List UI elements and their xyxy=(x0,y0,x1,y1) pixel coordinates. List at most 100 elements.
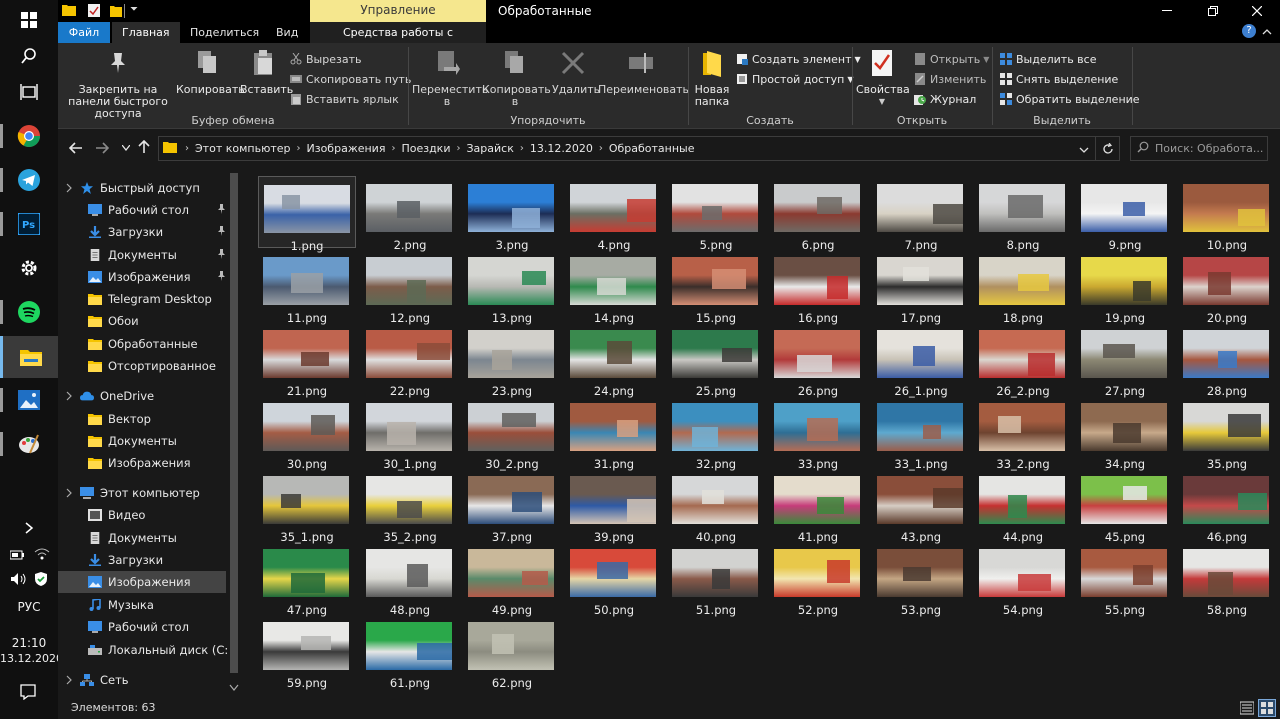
file-item[interactable]: 59.png xyxy=(258,614,356,690)
file-list-area[interactable]: 1.png 2.png 3.png 4.png 5.png 6.png 7.png 8.png… xyxy=(244,169,1280,697)
file-item[interactable]: 35_1.png xyxy=(258,468,356,544)
file-item[interactable]: 50.png xyxy=(565,541,663,617)
tab-file[interactable]: Файл xyxy=(58,22,110,43)
expand-chevron-icon[interactable] xyxy=(66,390,73,404)
history-button[interactable]: Журнал xyxy=(914,91,976,107)
file-item[interactable]: 2.png xyxy=(361,176,459,252)
file-item[interactable]: 43.png xyxy=(872,468,970,544)
battery-icon[interactable] xyxy=(9,548,26,563)
file-item[interactable]: 55.png xyxy=(1076,541,1174,617)
nav-item[interactable]: Обои xyxy=(58,310,226,332)
nav-item[interactable]: Сеть xyxy=(58,669,226,691)
move-to-button[interactable]: Переместить в xyxy=(412,49,488,108)
file-item[interactable]: 25.png xyxy=(667,322,765,398)
tab-picture-tools[interactable]: Средства работы с рисунками xyxy=(310,22,486,60)
expand-chevron-icon[interactable] xyxy=(66,674,73,688)
nav-item[interactable]: Документы xyxy=(58,527,226,549)
cut-button[interactable]: Вырезать xyxy=(290,51,361,67)
nav-item[interactable]: Загрузки xyxy=(58,221,226,243)
windows-start-icon[interactable] xyxy=(0,0,58,40)
close-icon[interactable] xyxy=(1234,0,1280,22)
file-item[interactable]: 30_1.png xyxy=(361,395,459,471)
pin-quick-access-button[interactable]: Закрепить на панели быстрого доступа xyxy=(62,49,174,120)
nav-item[interactable]: Обработанные xyxy=(58,333,226,355)
properties-qat-icon[interactable] xyxy=(88,4,100,20)
spotify-icon[interactable] xyxy=(0,292,58,332)
file-item[interactable]: 23.png xyxy=(463,322,561,398)
breadcrumb-date[interactable]: 13.12.2020 xyxy=(530,142,593,155)
file-item[interactable]: 26.png xyxy=(769,322,867,398)
recent-locations-chevron-icon[interactable] xyxy=(116,139,136,159)
file-item[interactable]: 35.png xyxy=(1178,395,1276,471)
file-item[interactable]: 24.png xyxy=(565,322,663,398)
nav-item[interactable]: Локальный диск (C:) xyxy=(58,639,233,661)
nav-item[interactable]: Музыка xyxy=(58,594,226,616)
file-item[interactable]: 1.png xyxy=(258,176,356,253)
file-item[interactable]: 4.png xyxy=(565,176,663,252)
file-item[interactable]: 52.png xyxy=(769,541,867,617)
forward-arrow-icon[interactable] xyxy=(92,139,112,159)
volume-icon[interactable] xyxy=(10,572,28,589)
wifi-icon[interactable] xyxy=(34,548,50,563)
breadcrumb-pictures[interactable]: Изображения xyxy=(307,142,386,155)
file-item[interactable]: 46.png xyxy=(1178,468,1276,544)
photos-icon[interactable] xyxy=(0,380,58,420)
nav-item[interactable]: Документы xyxy=(58,430,226,452)
search-input[interactable] xyxy=(1155,142,1265,155)
file-item[interactable]: 15.png xyxy=(667,249,765,325)
file-item[interactable]: 5.png xyxy=(667,176,765,252)
file-item[interactable]: 47.png xyxy=(258,541,356,617)
chrome-icon[interactable] xyxy=(0,116,58,156)
ribbon-collapse-chevron-icon[interactable] xyxy=(1262,25,1272,39)
nav-item[interactable]: Этот компьютер xyxy=(58,482,226,504)
file-item[interactable]: 30.png xyxy=(258,395,356,471)
nav-item[interactable]: Быстрый доступ xyxy=(58,177,226,199)
file-item[interactable]: 20.png xyxy=(1178,249,1276,325)
paste-button[interactable]: Вставить xyxy=(240,49,293,96)
clock-time[interactable]: 21:10 xyxy=(0,636,58,650)
tab-view[interactable]: Вид xyxy=(266,22,308,43)
file-item[interactable]: 33_1.png xyxy=(872,395,970,471)
scroll-down-chevron-icon[interactable] xyxy=(229,681,239,695)
file-item[interactable]: 3.png xyxy=(463,176,561,252)
file-item[interactable]: 33.png xyxy=(769,395,867,471)
nav-item[interactable]: Рабочий стол xyxy=(58,199,226,221)
file-item[interactable]: 10.png xyxy=(1178,176,1276,252)
breadcrumb-arrow-icon[interactable]: › xyxy=(456,143,460,154)
file-item[interactable]: 48.png xyxy=(361,541,459,617)
file-item[interactable]: 53.png xyxy=(872,541,970,617)
file-item[interactable]: 33_2.png xyxy=(974,395,1072,471)
clock-date[interactable]: 13.12.2020 xyxy=(0,652,63,665)
nav-item[interactable]: Отсортированное xyxy=(58,355,226,377)
breadcrumb-arrow-icon[interactable]: › xyxy=(185,143,189,154)
file-item[interactable]: 39.png xyxy=(565,468,663,544)
file-item[interactable]: 40.png xyxy=(667,468,765,544)
address-history-chevron-icon[interactable] xyxy=(1079,143,1089,157)
back-arrow-icon[interactable] xyxy=(66,139,86,159)
refresh-icon[interactable] xyxy=(1095,137,1119,160)
copy-path-button[interactable]: Скопировать путь xyxy=(290,71,411,87)
task-view-icon[interactable] xyxy=(0,72,58,112)
copy-button[interactable]: Копировать xyxy=(176,49,245,96)
nav-item[interactable]: Загрузки xyxy=(58,549,226,571)
file-item[interactable]: 26_1.png xyxy=(872,322,970,398)
file-item[interactable]: 34.png xyxy=(1076,395,1174,471)
large-icons-view-icon[interactable] xyxy=(1258,699,1276,717)
properties-button[interactable]: Свойства ▼ xyxy=(856,49,910,108)
nav-item[interactable]: Вектор xyxy=(58,408,226,430)
nav-scrollbar-thumb[interactable] xyxy=(230,173,238,673)
file-item[interactable]: 41.png xyxy=(769,468,867,544)
notifications-icon[interactable] xyxy=(20,684,36,703)
edit-button[interactable]: Изменить xyxy=(914,71,986,87)
file-item[interactable]: 30_2.png xyxy=(463,395,561,471)
nav-item[interactable]: Видео xyxy=(58,504,226,526)
chevron-up-tray-icon[interactable] xyxy=(0,516,58,540)
nav-item[interactable]: Изображения xyxy=(58,452,226,474)
easy-access-button[interactable]: Простой доступ ▼ xyxy=(736,71,853,87)
new-folder-qat-icon[interactable] xyxy=(110,4,122,20)
file-item[interactable]: 28.png xyxy=(1178,322,1276,398)
nav-item[interactable]: OneDrive xyxy=(58,385,226,407)
nav-item[interactable]: Изображения xyxy=(58,266,226,288)
file-item[interactable]: 49.png xyxy=(463,541,561,617)
file-item[interactable]: 61.png xyxy=(361,614,459,690)
